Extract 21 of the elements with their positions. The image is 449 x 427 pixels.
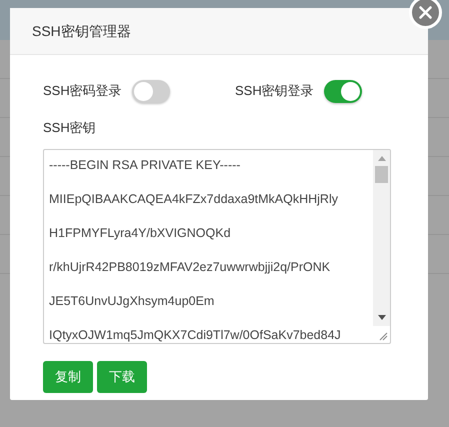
resize-grip-icon[interactable]	[378, 330, 388, 340]
scroll-down-icon[interactable]	[378, 314, 386, 320]
dialog-title: SSH密钥管理器	[32, 22, 131, 40]
scroll-up-icon[interactable]	[378, 156, 386, 160]
toggle-switch[interactable]	[132, 80, 170, 102]
scroll-thumb[interactable]	[375, 166, 388, 182]
toggle-switch[interactable]	[324, 80, 362, 102]
scrollbar[interactable]	[373, 150, 390, 326]
field-label: SSH密钥	[43, 119, 96, 137]
key-line: IQtyxOJW1mq5JmQKX7Cdi9Tl7w/0OfSaKv7bed84J	[49, 326, 341, 342]
toggle-label: SSH密钥登录	[235, 82, 314, 100]
key-textarea[interactable]	[43, 148, 391, 344]
key-line: H1FPMYFLyra4Y/bXVIGNOQKd	[49, 224, 231, 242]
key-line: r/khUjrR42PB8019zMFAV2ez7uwwrwbjji2q/PrONK	[49, 258, 330, 276]
action-button[interactable]: 下载	[97, 360, 147, 392]
key-line: JE5T6UnvUJgXhsym4up0Em	[49, 292, 214, 310]
key-line: -----BEGIN RSA PRIVATE KEY-----	[49, 156, 240, 174]
close-icon	[419, 6, 432, 19]
key-line: MIIEpQIBAAKCAQEA4kFZx7ddaxa9tMkAQkHHjRly	[49, 190, 338, 208]
action-button[interactable]: 复制	[43, 360, 93, 392]
toggle-label: SSH密码登录	[43, 82, 122, 100]
